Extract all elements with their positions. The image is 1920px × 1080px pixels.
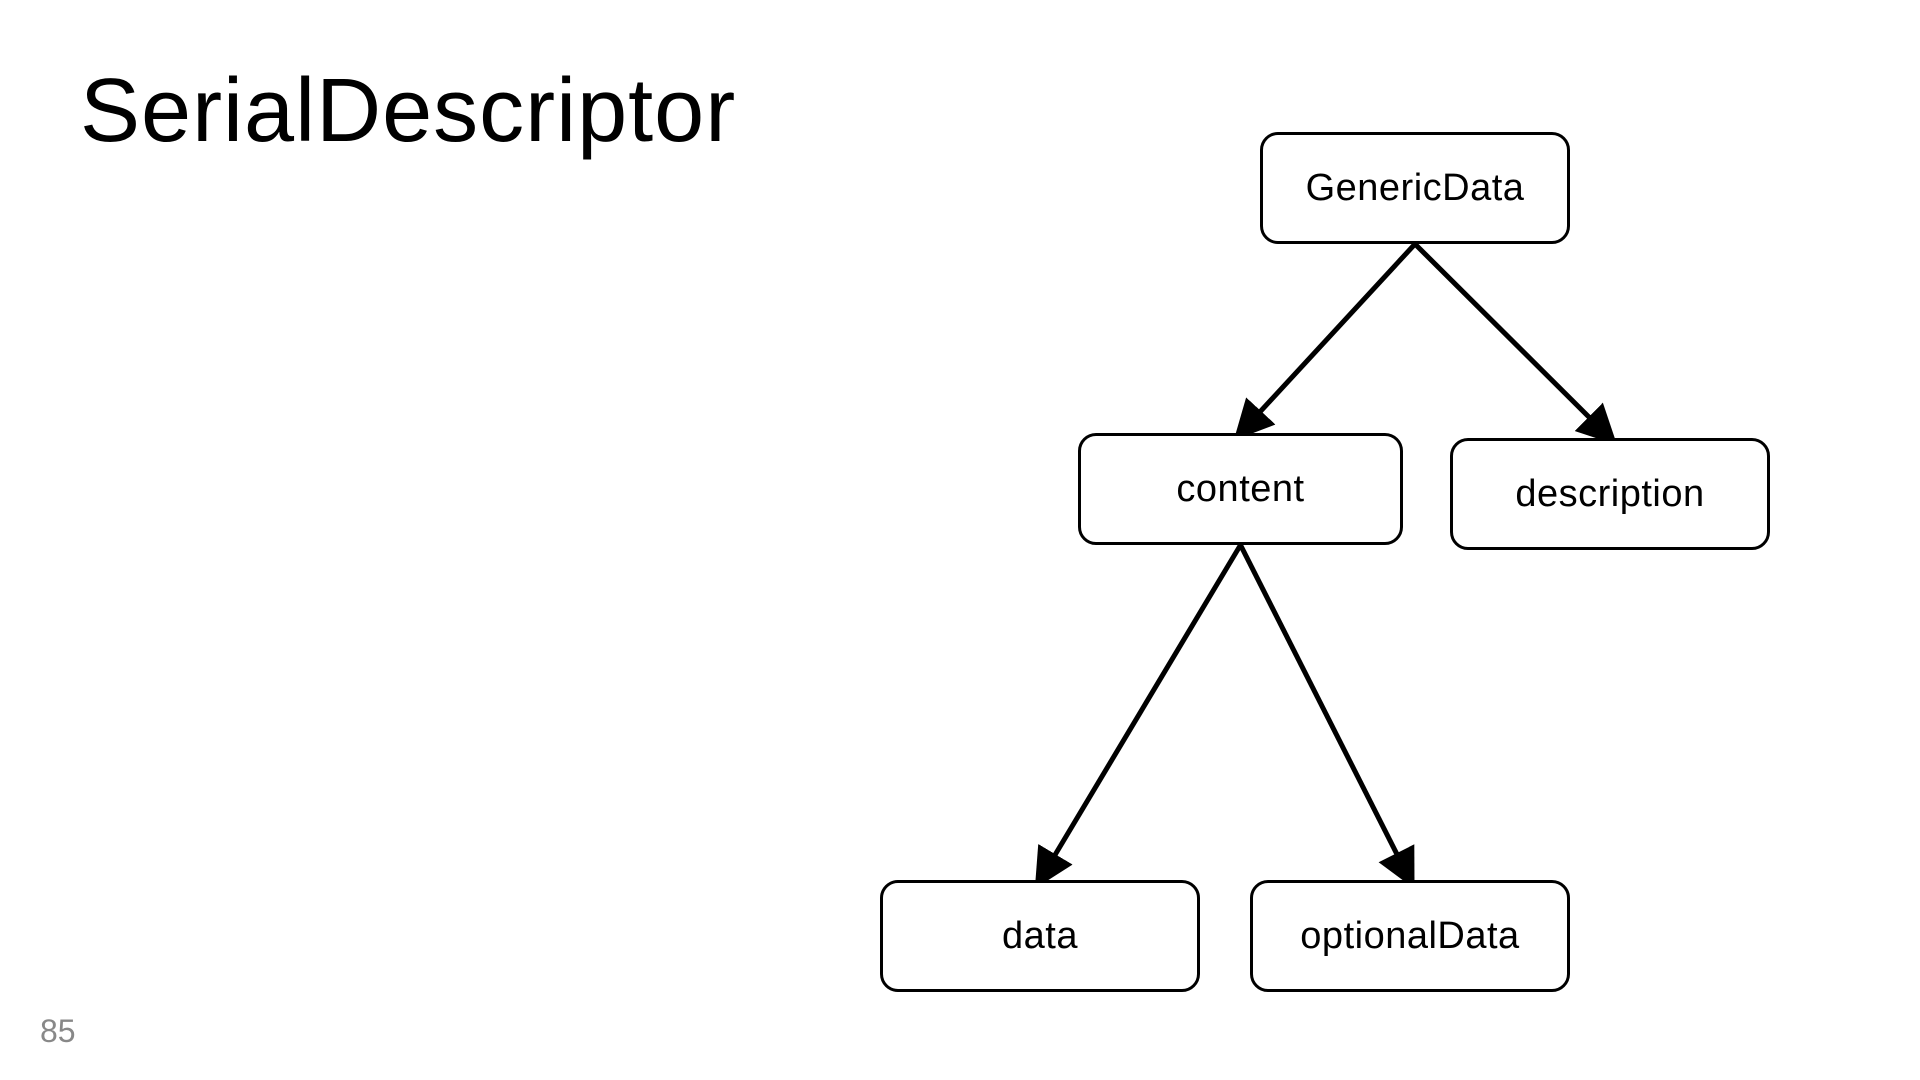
node-description: description: [1450, 438, 1770, 550]
edge-content-optional: [1241, 545, 1411, 880]
node-optional: optionalData: [1250, 880, 1570, 992]
node-root: GenericData: [1260, 132, 1570, 244]
edge-root-content: [1241, 244, 1416, 433]
node-content: content: [1078, 433, 1403, 545]
node-data: data: [880, 880, 1200, 992]
edge-content-data: [1040, 545, 1241, 880]
tree-diagram: GenericData content description data optiona…: [0, 0, 1920, 1080]
edge-root-description: [1415, 244, 1610, 438]
